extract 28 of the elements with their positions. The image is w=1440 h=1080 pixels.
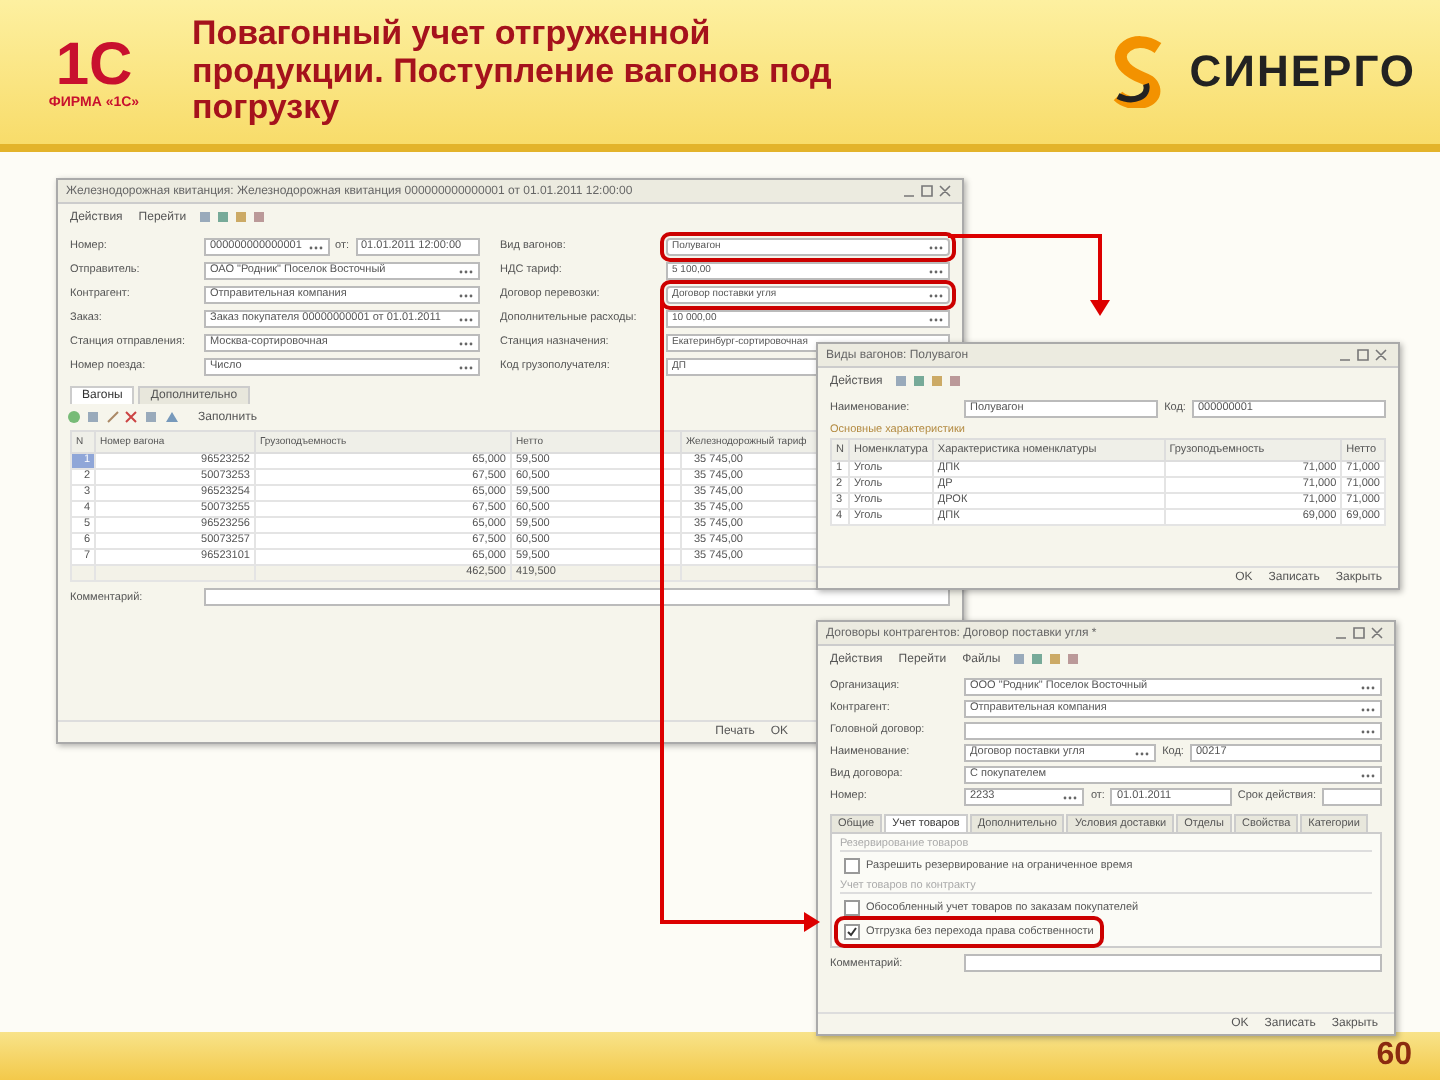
partner-name: СИНЕРГО [1189,46,1416,98]
select-dots-icon[interactable] [1360,681,1376,691]
checkmark-icon [846,926,858,938]
select-dots-icon[interactable] [458,313,474,323]
select-dots-icon[interactable] [1360,725,1376,735]
select-dots-icon[interactable] [458,337,474,347]
comment-field[interactable] [204,588,950,606]
window-controls-icon[interactable] [1338,348,1390,362]
page-number: 60 [1376,1038,1412,1074]
window-controls-icon[interactable] [902,184,954,198]
slide-title: Повагонный учет отгруженной продукции. Поступление вагонов под погрузку [192,15,834,129]
select-dots-icon[interactable] [1062,791,1079,801]
input-field[interactable] [964,721,1382,739]
select-dots-icon[interactable] [1360,703,1376,713]
select-dots-icon[interactable] [1134,747,1151,757]
select-dots-icon[interactable] [928,313,944,323]
select-dots-icon[interactable] [928,241,944,251]
input-field[interactable] [1322,787,1383,805]
select-dots-icon[interactable] [928,289,944,299]
select-dots-icon[interactable] [458,289,474,299]
select-dots-icon[interactable] [928,265,944,275]
logo-mark: 1С [55,35,133,95]
comment-field[interactable] [964,954,1382,972]
select-dots-icon[interactable] [458,361,474,371]
select-dots-icon[interactable] [1360,769,1376,779]
select-dots-icon[interactable] [458,265,474,275]
window-controls-icon[interactable] [1334,626,1386,640]
select-dots-icon[interactable] [307,241,323,251]
